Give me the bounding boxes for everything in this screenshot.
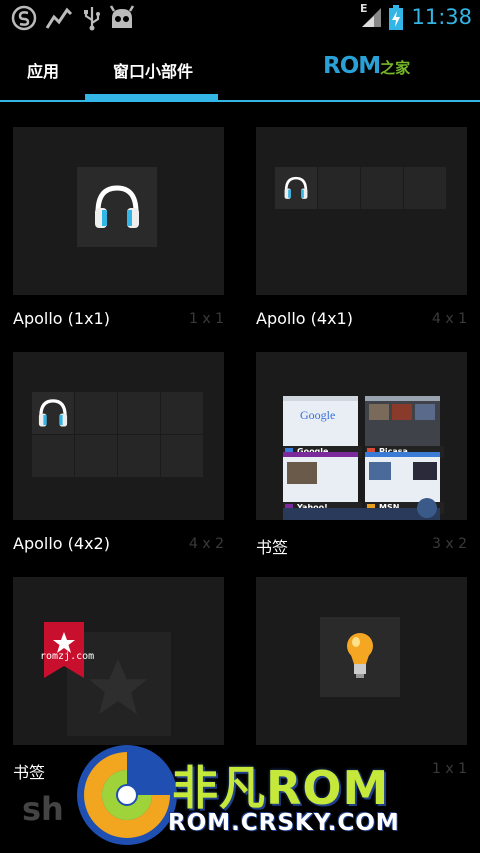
bookmark-thumbnail: Google Google bbox=[283, 396, 362, 458]
activity-graph-icon bbox=[45, 7, 73, 29]
android-robot-icon bbox=[109, 5, 135, 28]
widget-apollo-4x2[interactable]: Apollo (4x2) 4 x 2 bbox=[13, 352, 224, 562]
widget-cell bbox=[118, 435, 160, 477]
widget-cell bbox=[75, 392, 117, 434]
headphones-icon bbox=[95, 185, 139, 228]
widget-bookmarks-3x2[interactable]: Google Google Picasa Yahoo! MSN 书签 3 x 2 bbox=[256, 352, 467, 562]
crsky-logo-icon bbox=[77, 745, 177, 845]
brand-logo-home: 之家 bbox=[380, 59, 411, 77]
widget-preview bbox=[256, 577, 467, 745]
widget-name: Apollo (4x1) bbox=[256, 309, 353, 328]
clock: 11:38 bbox=[411, 5, 472, 29]
star-shadow-icon bbox=[88, 658, 148, 715]
widget-cell bbox=[75, 435, 117, 477]
tab-widgets[interactable]: 窗口小部件 bbox=[113, 58, 193, 82]
brand-logo: ROM之家 bbox=[323, 53, 410, 79]
battery-charging-icon bbox=[389, 5, 403, 30]
globe-icon bbox=[417, 498, 437, 518]
widget-size: 3 x 2 bbox=[432, 536, 467, 552]
widget-size: 1 x 1 bbox=[189, 311, 224, 327]
widget-cell bbox=[161, 435, 203, 477]
bookmark-thumbnail: Picasa bbox=[365, 396, 444, 458]
watermark-sh: sh bbox=[22, 790, 64, 828]
brand-logo-rom: ROM bbox=[323, 53, 381, 79]
widget-cell bbox=[118, 392, 160, 434]
widget-size: 4 x 1 bbox=[432, 311, 467, 327]
headphones-icon bbox=[38, 399, 68, 427]
status-bar: E 11:38 bbox=[0, 0, 480, 36]
watermark-romzj: romzj.com bbox=[40, 651, 95, 662]
widget-name: Apollo (4x2) bbox=[13, 534, 110, 553]
headphones-icon bbox=[284, 176, 308, 199]
widget-preview bbox=[13, 352, 224, 520]
widget-cell bbox=[161, 392, 203, 434]
bookmark-thumbnail: Yahoo! bbox=[283, 452, 362, 514]
signal-icon bbox=[362, 8, 381, 27]
watermark-url: ROM.CRSKY.COM bbox=[168, 810, 400, 836]
widget-cell bbox=[32, 435, 74, 477]
bookmark-thumbnail: MSN bbox=[365, 452, 444, 514]
widget-apollo-1x1[interactable]: Apollo (1x1) 1 x 1 bbox=[13, 127, 224, 337]
widget-apollo-4x1[interactable]: Apollo (4x1) 4 x 1 bbox=[256, 127, 467, 337]
widget-cell bbox=[404, 167, 446, 209]
watermark-feifan-rom: 非凡ROM bbox=[172, 761, 390, 815]
widget-cell bbox=[361, 167, 403, 209]
google-logo: Google bbox=[300, 408, 336, 422]
widget-name: 书签 bbox=[13, 763, 46, 782]
selected-tab-indicator bbox=[85, 94, 218, 101]
widget-size: 4 x 2 bbox=[189, 536, 224, 552]
tab-apps[interactable]: 应用 bbox=[27, 58, 59, 82]
widget-size: 1 x 1 bbox=[432, 761, 467, 777]
widget-cell bbox=[318, 167, 360, 209]
widget-preview bbox=[13, 127, 224, 295]
tab-bar: 应用 窗口小部件 ROM之家 bbox=[0, 36, 480, 102]
widget-name: Apollo (1x1) bbox=[13, 309, 110, 328]
widget-name: 书签 bbox=[256, 538, 289, 557]
lightbulb-icon bbox=[347, 633, 373, 678]
bookmark-star-icon bbox=[44, 622, 84, 678]
widget-preview: Google Google Picasa Yahoo! MSN bbox=[256, 352, 467, 520]
widget-preview bbox=[256, 127, 467, 295]
usb-icon bbox=[84, 7, 100, 31]
s-circle-icon bbox=[11, 5, 37, 31]
